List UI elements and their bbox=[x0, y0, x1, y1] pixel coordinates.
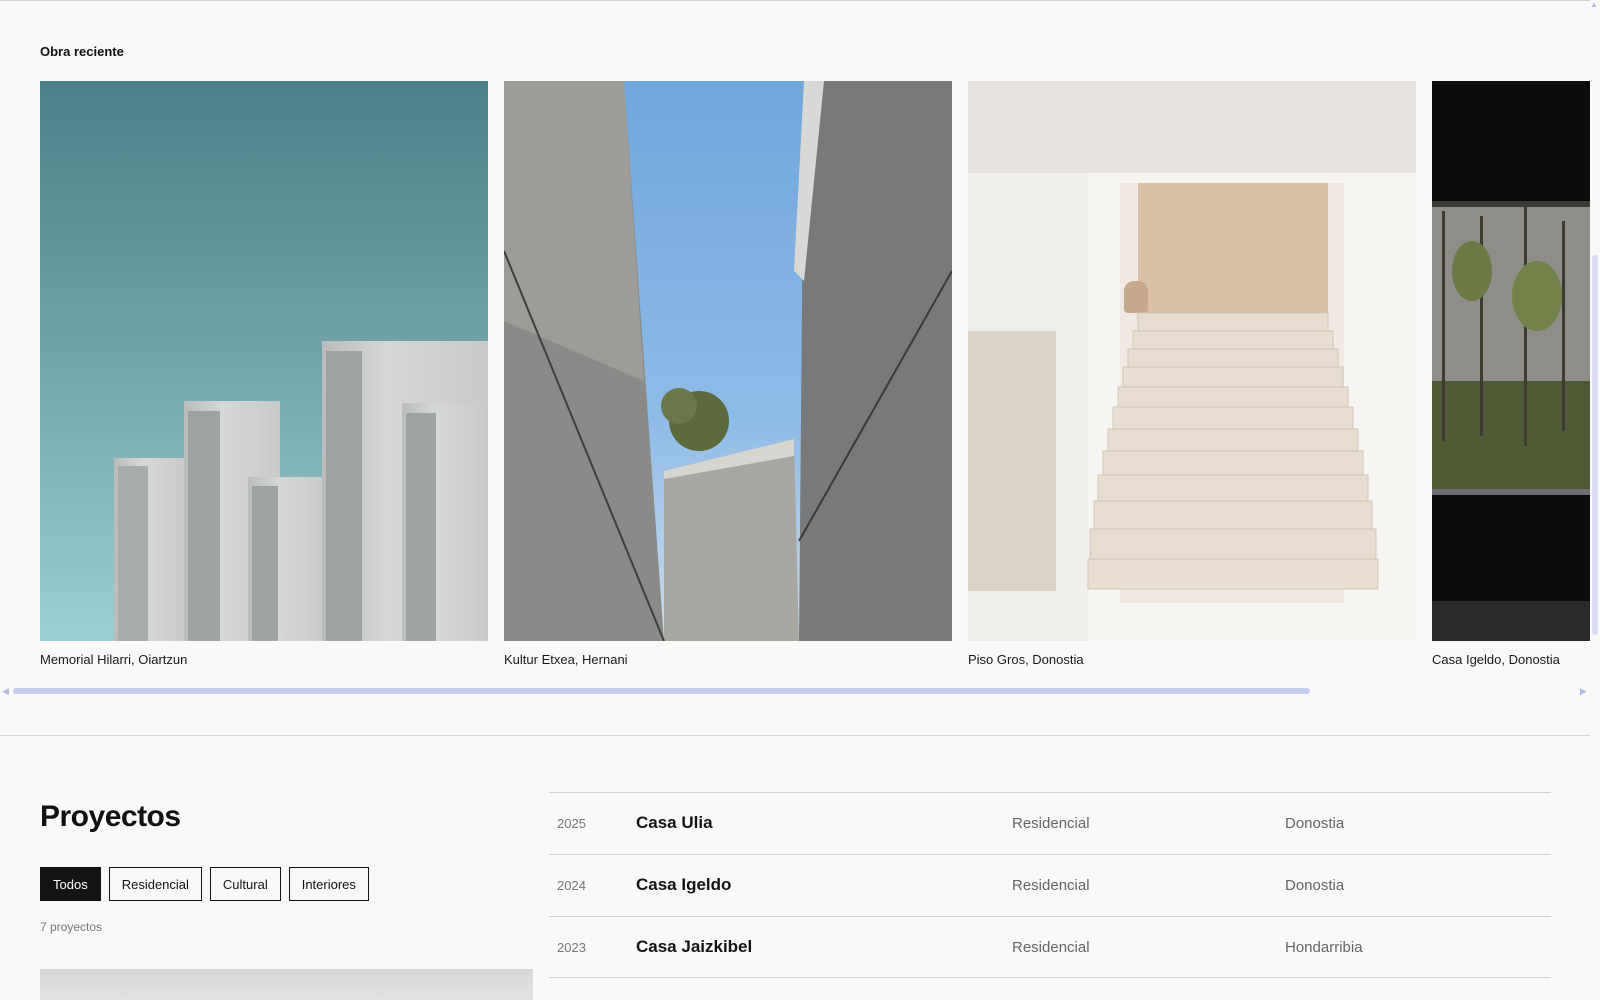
table-row[interactable]: 2025 Casa Ulia Residencial Donostia bbox=[549, 792, 1551, 854]
project-photo[interactable] bbox=[40, 81, 488, 641]
table-row[interactable]: 2023 Casa Jaizkibel Residencial Hondarri… bbox=[549, 916, 1551, 978]
filter-cultural-button[interactable]: Cultural bbox=[209, 867, 281, 901]
projects-table: 2025 Casa Ulia Residencial Donostia 2024… bbox=[549, 792, 1551, 978]
gallery-caption[interactable]: Memorial Hilarri, Oiartzun bbox=[40, 652, 187, 667]
recent-work-heading: Obra reciente bbox=[40, 44, 124, 59]
gallery-caption[interactable]: Kultur Etxea, Hernani bbox=[504, 652, 628, 667]
project-photo[interactable] bbox=[504, 81, 952, 641]
project-name[interactable]: Casa Jaizkibel bbox=[636, 937, 752, 957]
recent-work-gallery[interactable]: Memorial Hilarri, Oiartzun Kultur Etxea,… bbox=[40, 81, 1590, 671]
scroll-up-arrow[interactable]: ▲ bbox=[1590, 0, 1598, 9]
project-year: 2025 bbox=[557, 816, 586, 831]
scroll-right-arrow[interactable]: ▶ bbox=[1580, 686, 1587, 696]
filter-interiores-button[interactable]: Interiores bbox=[288, 867, 369, 901]
gallery-card[interactable]: Piso Gros, Donostia bbox=[968, 81, 1416, 667]
section-divider bbox=[0, 735, 1590, 736]
scroll-left-arrow[interactable]: ◀ bbox=[2, 686, 9, 696]
horizontal-scrollbar-thumb[interactable] bbox=[13, 688, 1310, 694]
vertical-scrollbar-thumb[interactable] bbox=[1592, 255, 1598, 635]
filter-todos-button[interactable]: Todos bbox=[40, 867, 101, 901]
gallery-card[interactable]: Kultur Etxea, Hernani bbox=[504, 81, 952, 667]
project-category: Residencial bbox=[1012, 939, 1090, 956]
project-photo[interactable] bbox=[1432, 81, 1590, 641]
project-name[interactable]: Casa Igeldo bbox=[636, 875, 731, 895]
top-divider bbox=[0, 0, 1590, 1]
filter-residencial-button[interactable]: Residencial bbox=[108, 867, 202, 901]
project-location: Donostia bbox=[1285, 877, 1345, 894]
project-preview-image bbox=[40, 969, 533, 1000]
projects-heading: Proyectos bbox=[40, 800, 181, 833]
gallery-card[interactable]: Memorial Hilarri, Oiartzun bbox=[40, 81, 488, 667]
project-location: Hondarribia bbox=[1285, 939, 1363, 956]
project-category: Residencial bbox=[1012, 815, 1090, 832]
project-category: Residencial bbox=[1012, 877, 1090, 894]
project-name[interactable]: Casa Ulia bbox=[636, 813, 713, 833]
project-photo[interactable] bbox=[968, 81, 1416, 641]
project-year: 2023 bbox=[557, 940, 586, 955]
gallery-card[interactable]: Casa Igeldo, Donostia bbox=[1432, 81, 1590, 667]
gallery-caption[interactable]: Casa Igeldo, Donostia bbox=[1432, 652, 1560, 667]
project-year: 2024 bbox=[557, 878, 586, 893]
table-row[interactable]: 2024 Casa Igeldo Residencial Donostia bbox=[549, 854, 1551, 916]
gallery-caption[interactable]: Piso Gros, Donostia bbox=[968, 652, 1084, 667]
project-location: Donostia bbox=[1285, 815, 1345, 832]
project-count: 7 proyectos bbox=[40, 920, 103, 934]
project-filters: Todos Residencial Cultural Interiores bbox=[40, 867, 369, 901]
